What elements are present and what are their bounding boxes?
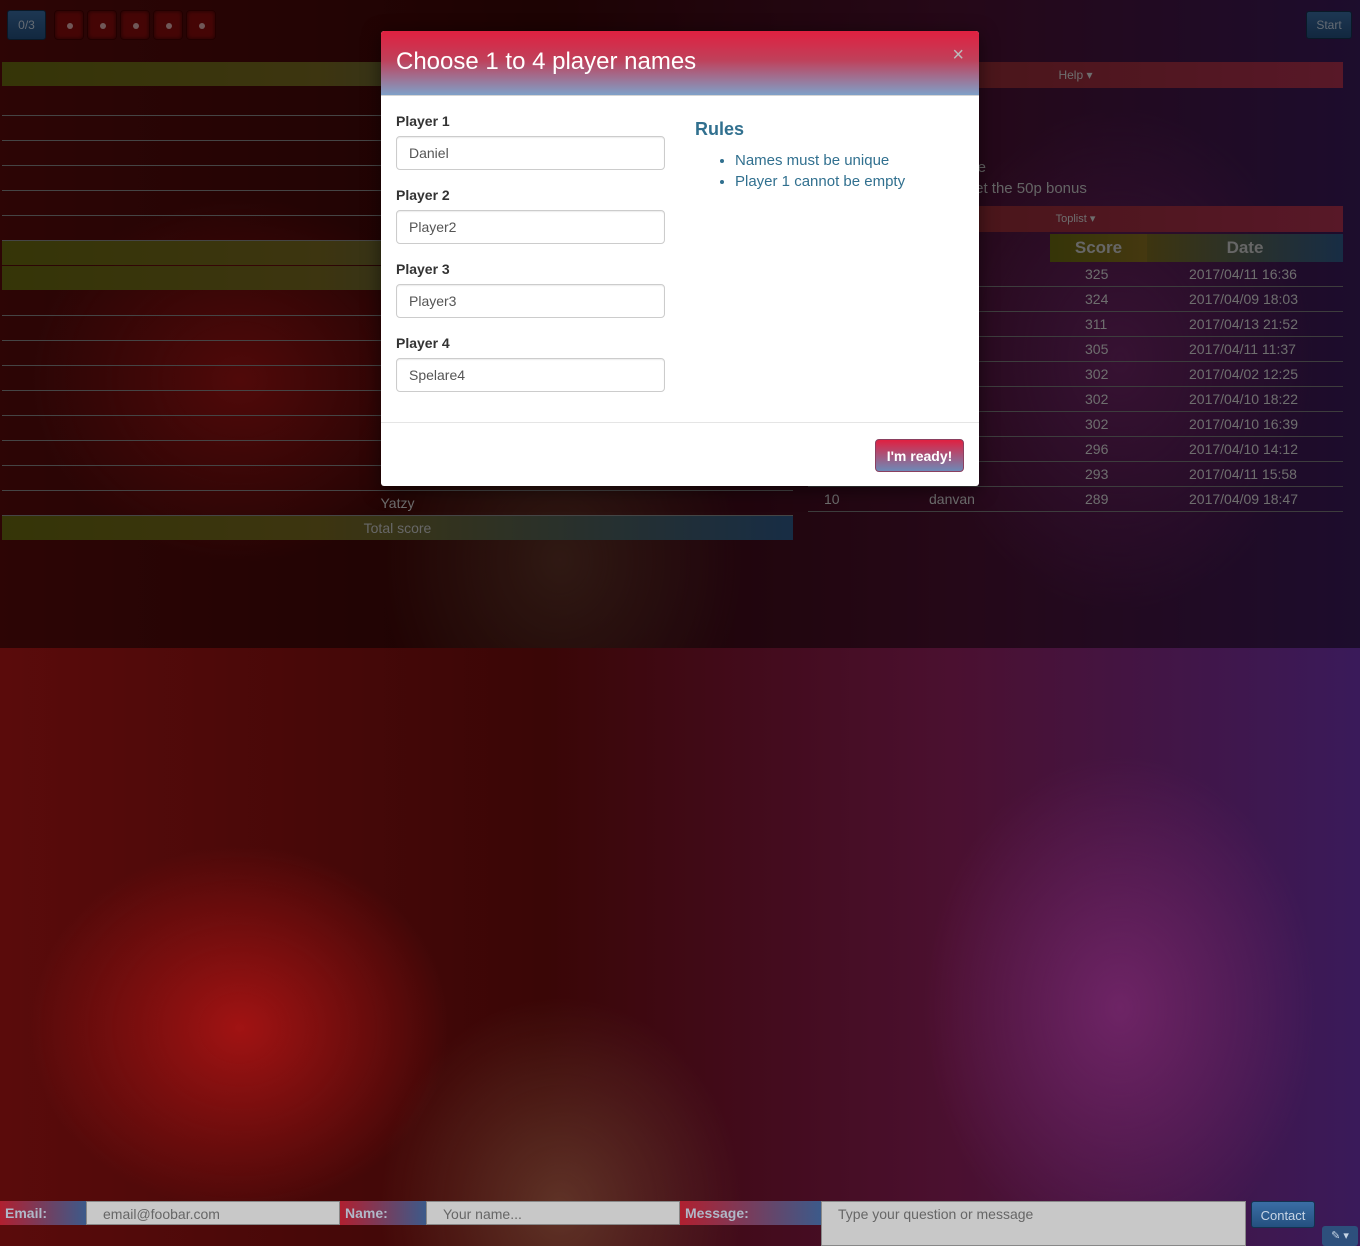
player-1-label: Player 1 bbox=[396, 113, 450, 129]
email-field[interactable]: email@foobar.com bbox=[86, 1201, 340, 1225]
contact-button[interactable]: Contact bbox=[1251, 1201, 1315, 1228]
rules-list: Names must be unique Player 1 cannot be … bbox=[695, 150, 955, 192]
player-3-label: Player 3 bbox=[396, 261, 450, 277]
message-label: Message: bbox=[680, 1201, 821, 1225]
ready-button[interactable]: I'm ready! bbox=[875, 439, 964, 472]
player-4-label: Player 4 bbox=[396, 335, 450, 351]
player-2-label: Player 2 bbox=[396, 187, 450, 203]
rules-title: Rules bbox=[695, 119, 745, 139]
name-field[interactable]: Your name... bbox=[426, 1201, 680, 1225]
rule-item: Names must be unique bbox=[735, 150, 955, 171]
player-3-input[interactable]: Player3 bbox=[396, 284, 665, 318]
player-2-input[interactable]: Player2 bbox=[396, 210, 665, 244]
rule-item: Player 1 cannot be empty bbox=[735, 171, 955, 192]
email-label: Email: bbox=[0, 1201, 86, 1225]
name-label: Name: bbox=[340, 1201, 426, 1225]
player-names-dialog: Choose 1 to 4 player names × Player 1 Da… bbox=[381, 31, 979, 486]
rules-panel: Rules Names must be unique Player 1 cann… bbox=[695, 118, 955, 192]
close-icon[interactable]: × bbox=[952, 45, 964, 65]
message-textarea[interactable]: Type your question or message bbox=[821, 1201, 1246, 1246]
dialog-title: Choose 1 to 4 player names bbox=[396, 48, 697, 75]
player-4-input[interactable]: Spelare4 bbox=[396, 358, 665, 392]
dialog-header: Choose 1 to 4 player names × bbox=[381, 31, 979, 96]
player-1-input[interactable]: Daniel bbox=[396, 136, 665, 170]
edit-menu-button[interactable]: ✎ ▾ bbox=[1322, 1226, 1358, 1246]
dialog-footer: I'm ready! bbox=[381, 422, 979, 486]
